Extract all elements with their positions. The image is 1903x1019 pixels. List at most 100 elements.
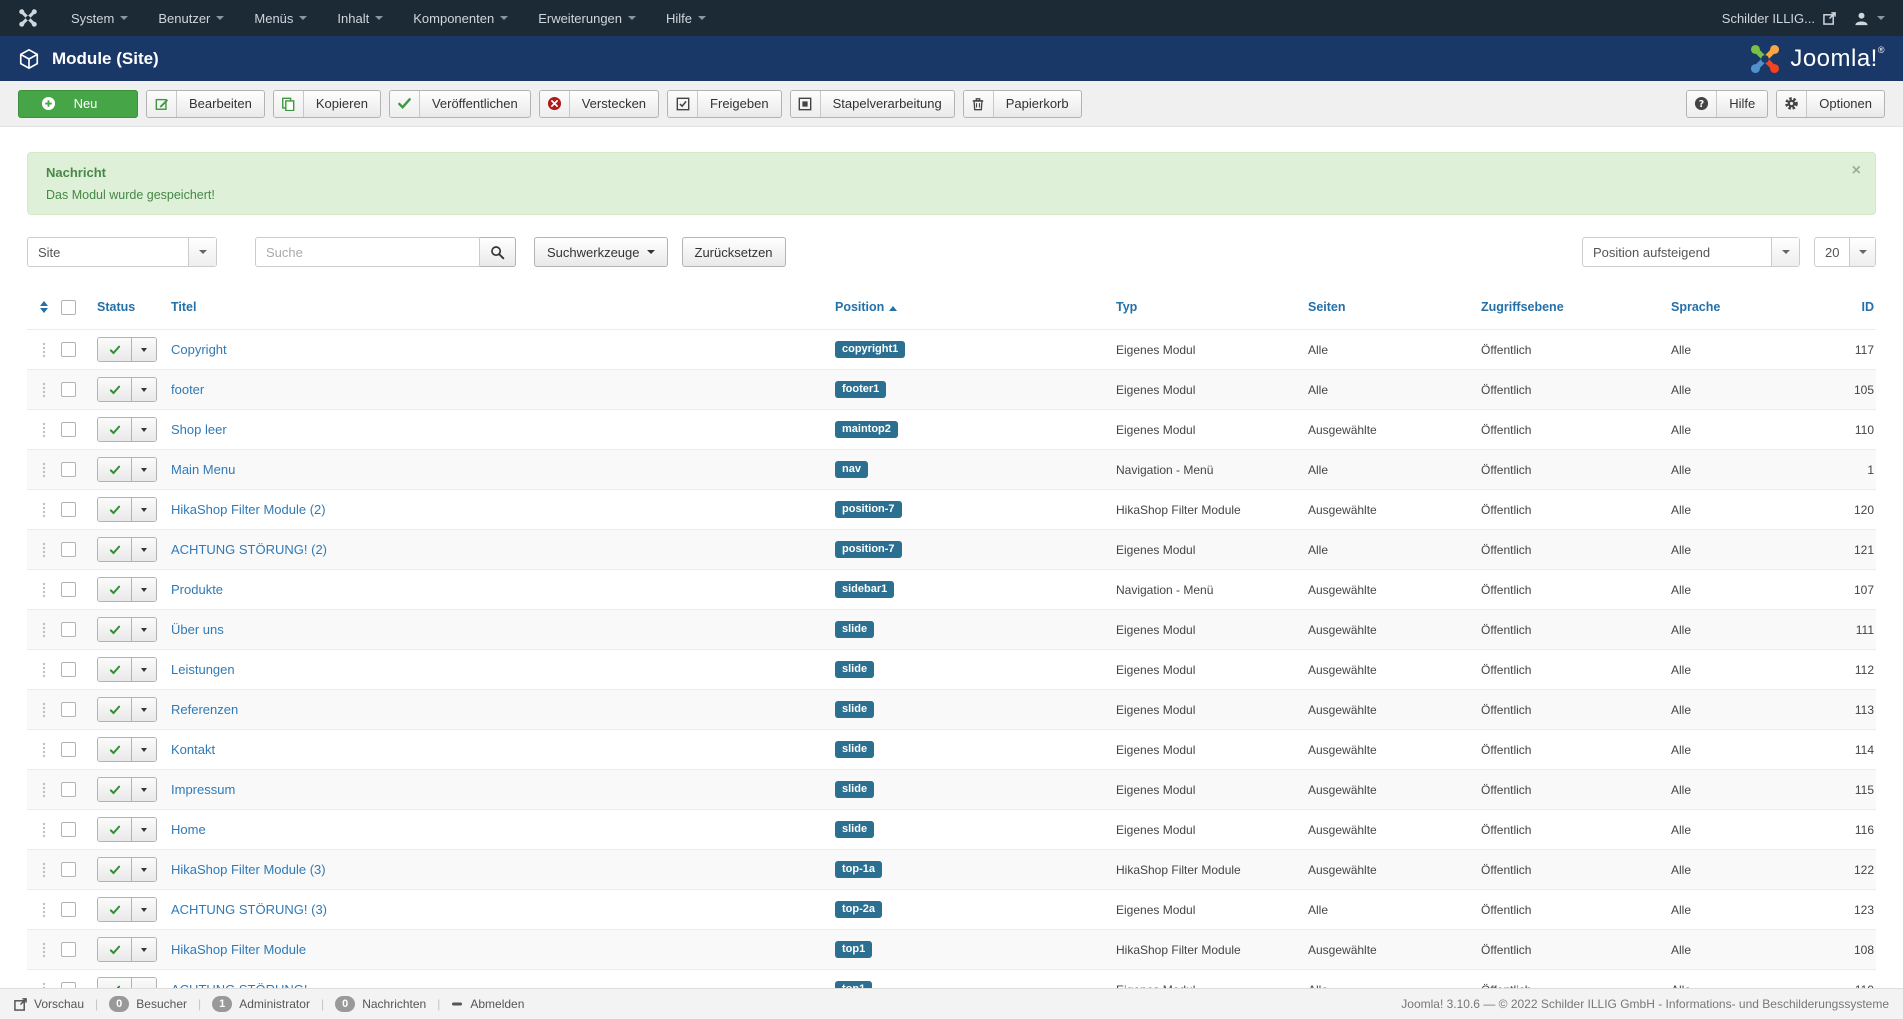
drag-handle[interactable] xyxy=(27,702,61,718)
drag-handle[interactable] xyxy=(27,342,61,358)
module-title-link[interactable]: Main Menu xyxy=(171,462,235,477)
row-checkbox[interactable] xyxy=(61,902,76,917)
status-dropdown-button[interactable] xyxy=(131,618,156,641)
stapelverarbeitung-button[interactable]: Stapelverarbeitung xyxy=(790,90,955,118)
drag-handle[interactable] xyxy=(27,502,61,518)
ordering-sort-header[interactable] xyxy=(27,301,61,313)
row-checkbox[interactable] xyxy=(61,622,76,637)
optionen-button[interactable]: Optionen xyxy=(1776,90,1885,118)
drag-handle[interactable] xyxy=(27,782,61,798)
papierkorb-button[interactable]: Papierkorb xyxy=(963,90,1082,118)
header-zugriffsebene[interactable]: Zugriffsebene xyxy=(1481,300,1564,314)
row-checkbox[interactable] xyxy=(61,502,76,517)
status-dropdown-button[interactable] xyxy=(131,778,156,801)
drag-handle[interactable] xyxy=(27,462,61,478)
row-checkbox[interactable] xyxy=(61,782,76,797)
module-title-link[interactable]: ACHTUNG STÖRUNG! (3) xyxy=(171,902,327,917)
row-checkbox[interactable] xyxy=(61,382,76,397)
abmelden-link[interactable]: Abmelden xyxy=(451,997,524,1011)
status-dropdown-button[interactable] xyxy=(131,498,156,521)
module-title-link[interactable]: footer xyxy=(171,382,204,397)
module-title-link[interactable]: Copyright xyxy=(171,342,227,357)
header-titel[interactable]: Titel xyxy=(171,300,196,314)
menu-benutzer[interactable]: Benutzer xyxy=(143,0,239,36)
status-dropdown-button[interactable] xyxy=(131,858,156,881)
header-sprache[interactable]: Sprache xyxy=(1671,300,1720,314)
status-dropdown-button[interactable] xyxy=(131,338,156,361)
site-filter-select[interactable]: Site xyxy=(27,237,217,267)
status-dropdown-button[interactable] xyxy=(131,938,156,961)
status-dropdown-button[interactable] xyxy=(131,378,156,401)
limit-select[interactable]: 20 xyxy=(1814,237,1876,267)
module-title-link[interactable]: Über uns xyxy=(171,622,224,637)
sort-select[interactable]: Position aufsteigend xyxy=(1582,237,1800,267)
kopieren-button[interactable]: Kopieren xyxy=(273,90,381,118)
drag-handle[interactable] xyxy=(27,902,61,918)
status-published-button[interactable] xyxy=(98,938,131,961)
select-all-checkbox[interactable] xyxy=(61,300,76,315)
verstecken-button[interactable]: Verstecken xyxy=(539,90,659,118)
header-position[interactable]: Position xyxy=(835,300,884,314)
status-published-button[interactable] xyxy=(98,818,131,841)
row-checkbox[interactable] xyxy=(61,342,76,357)
status-published-button[interactable] xyxy=(98,338,131,361)
status-dropdown-button[interactable] xyxy=(131,738,156,761)
zuruecksetzen-button[interactable]: Zurücksetzen xyxy=(682,237,786,267)
status-dropdown-button[interactable] xyxy=(131,658,156,681)
menu-inhalt[interactable]: Inhalt xyxy=(322,0,398,36)
drag-handle[interactable] xyxy=(27,542,61,558)
header-status[interactable]: Status xyxy=(97,300,135,314)
status-dropdown-button[interactable] xyxy=(131,818,156,841)
status-published-button[interactable] xyxy=(98,778,131,801)
module-title-link[interactable]: Impressum xyxy=(171,782,235,797)
row-checkbox[interactable] xyxy=(61,862,76,877)
row-checkbox[interactable] xyxy=(61,542,76,557)
module-title-link[interactable]: Home xyxy=(171,822,206,837)
row-checkbox[interactable] xyxy=(61,422,76,437)
status-dropdown-button[interactable] xyxy=(131,458,156,481)
search-button[interactable] xyxy=(480,237,516,267)
drag-handle[interactable] xyxy=(27,942,61,958)
administrator-status[interactable]: 1 Administrator xyxy=(212,996,310,1012)
drag-handle[interactable] xyxy=(27,622,61,638)
site-preview-link[interactable]: Schilder ILLIG... xyxy=(1722,11,1836,26)
status-published-button[interactable] xyxy=(98,538,131,561)
drag-handle[interactable] xyxy=(27,742,61,758)
drag-handle[interactable] xyxy=(27,862,61,878)
vorschau-link[interactable]: Vorschau xyxy=(14,997,84,1011)
status-published-button[interactable] xyxy=(98,738,131,761)
close-icon[interactable]: × xyxy=(1852,163,1861,179)
status-published-button[interactable] xyxy=(98,578,131,601)
header-typ[interactable]: Typ xyxy=(1116,300,1137,314)
row-checkbox[interactable] xyxy=(61,582,76,597)
menu-hilfe[interactable]: Hilfe xyxy=(651,0,721,36)
module-title-link[interactable]: Shop leer xyxy=(171,422,227,437)
drag-handle[interactable] xyxy=(27,422,61,438)
besucher-status[interactable]: 0 Besucher xyxy=(109,996,187,1012)
header-id[interactable]: ID xyxy=(1862,300,1875,314)
hilfe-button[interactable]: ? Hilfe xyxy=(1686,90,1768,118)
bearbeiten-button[interactable]: Bearbeiten xyxy=(146,90,265,118)
status-published-button[interactable] xyxy=(98,658,131,681)
status-published-button[interactable] xyxy=(98,378,131,401)
menu-menus[interactable]: Menüs xyxy=(239,0,322,36)
module-title-link[interactable]: Referenzen xyxy=(171,702,238,717)
module-title-link[interactable]: Kontakt xyxy=(171,742,215,757)
module-title-link[interactable]: HikaShop Filter Module (3) xyxy=(171,862,326,877)
status-published-button[interactable] xyxy=(98,418,131,441)
module-title-link[interactable]: Produkte xyxy=(171,582,223,597)
drag-handle[interactable] xyxy=(27,382,61,398)
user-menu[interactable] xyxy=(1854,11,1885,26)
status-dropdown-button[interactable] xyxy=(131,418,156,441)
row-checkbox[interactable] xyxy=(61,662,76,677)
veroeffentlichen-button[interactable]: Veröffentlichen xyxy=(389,90,531,118)
module-title-link[interactable]: Leistungen xyxy=(171,662,235,677)
drag-handle[interactable] xyxy=(27,662,61,678)
row-checkbox[interactable] xyxy=(61,942,76,957)
row-checkbox[interactable] xyxy=(61,742,76,757)
module-title-link[interactable]: HikaShop Filter Module xyxy=(171,942,306,957)
status-dropdown-button[interactable] xyxy=(131,578,156,601)
status-published-button[interactable] xyxy=(98,858,131,881)
header-seiten[interactable]: Seiten xyxy=(1308,300,1346,314)
suchwerkzeuge-button[interactable]: Suchwerkzeuge xyxy=(534,237,668,267)
